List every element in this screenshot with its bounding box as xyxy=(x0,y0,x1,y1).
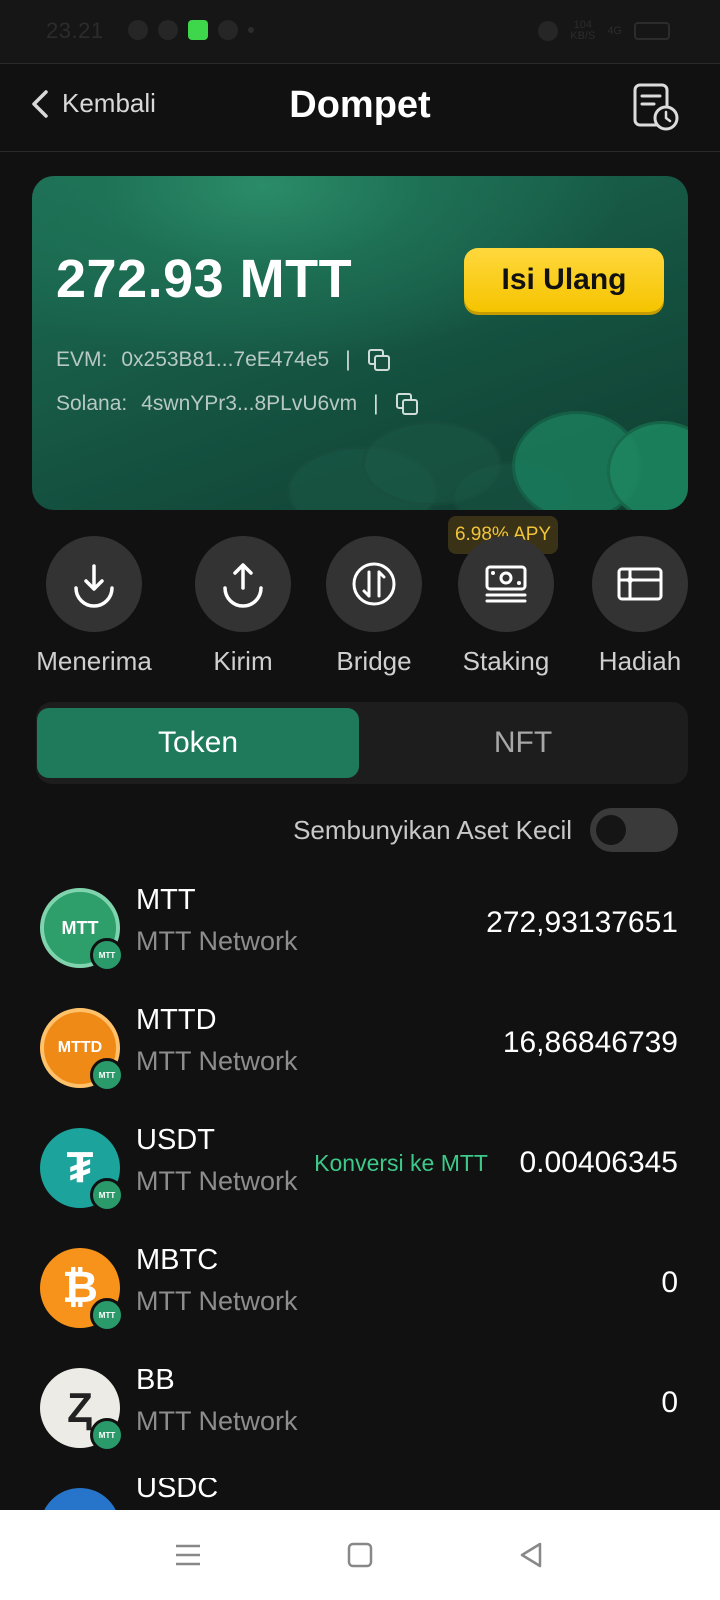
app-k-icon xyxy=(218,20,238,40)
app-notification-icon xyxy=(188,20,208,40)
asset-tabs: Token NFT xyxy=(36,702,688,784)
facebook-icon xyxy=(158,20,178,40)
token-symbol: USDC xyxy=(136,1478,219,1504)
mtt-network-badge-icon: MTT xyxy=(90,1418,124,1452)
page-title: Dompet xyxy=(289,84,431,126)
hide-small-assets-label: Sembunyikan Aset Kecil xyxy=(293,814,572,845)
action-label: Menerima xyxy=(36,646,152,676)
staking-button[interactable]: Staking xyxy=(441,536,571,677)
token-network: MTT Network xyxy=(136,926,298,956)
topup-button[interactable]: Isi Ulang xyxy=(464,248,664,312)
token-symbol: BB xyxy=(136,1364,175,1396)
token-balance: 272,93137651 xyxy=(486,906,678,939)
token-row-bb[interactable]: Ⱬ MTT BB MTT Network 0 xyxy=(0,1358,720,1468)
bridge-icon xyxy=(352,562,396,606)
action-label: Kirim xyxy=(213,646,273,676)
tab-token[interactable]: Token xyxy=(37,708,359,778)
token-symbol: USDT xyxy=(136,1124,215,1156)
tab-nft[interactable]: NFT xyxy=(362,708,684,778)
solana-label: Solana: xyxy=(56,392,128,415)
network-speed: 104 KB/S xyxy=(570,19,596,42)
token-network: MTT Network xyxy=(136,1286,298,1316)
wallet-card: 272.93 MTT Isi Ulang EVM: 0x253B81...7eE… xyxy=(32,176,688,510)
usdc-logo-icon xyxy=(40,1488,120,1510)
system-navigation-bar xyxy=(0,1510,720,1600)
receive-button[interactable]: Menerima xyxy=(29,536,159,677)
home-square-icon[interactable] xyxy=(343,1538,377,1572)
evm-address-row: EVM: 0x253B81...7eE474e5 | xyxy=(56,348,391,372)
hide-small-assets-row: Sembunyikan Aset Kecil xyxy=(293,808,678,852)
copy-icon[interactable] xyxy=(367,348,391,372)
solana-address: 4swnYPr3...8PLvU6vm xyxy=(141,392,358,415)
separator: | xyxy=(345,348,351,371)
wallet-balance: 272.93 MTT xyxy=(56,249,353,309)
mtt-network-badge-icon: MTT xyxy=(90,1298,124,1332)
header: Kembali Dompet xyxy=(0,66,720,152)
copy-icon[interactable] xyxy=(395,392,419,416)
bridge-button[interactable]: Bridge xyxy=(309,536,439,677)
mtt-network-badge-icon: MTT xyxy=(90,938,124,972)
gift-card-icon xyxy=(617,567,663,601)
hide-small-assets-toggle[interactable] xyxy=(590,808,678,852)
toggle-knob xyxy=(596,815,626,845)
token-balance: 0.00406345 xyxy=(519,1146,679,1179)
mtt-network-badge-icon: MTT xyxy=(90,1178,124,1212)
token-network: MTT Network xyxy=(136,1046,298,1076)
transaction-history-icon[interactable] xyxy=(632,82,680,132)
action-label: Hadiah xyxy=(598,646,682,676)
more-dot-icon xyxy=(248,27,254,33)
back-triangle-icon[interactable] xyxy=(514,1538,548,1572)
telegram-icon xyxy=(128,20,148,40)
receive-icon xyxy=(74,564,114,608)
system-icons: 104 KB/S 4G xyxy=(538,20,670,42)
mute-icon xyxy=(538,21,559,41)
signal-icon: 4G xyxy=(607,24,622,37)
rewards-button[interactable]: Hadiah xyxy=(575,536,705,677)
token-symbol: MTT xyxy=(136,884,196,916)
evm-address: 0x253B81...7eE474e5 xyxy=(121,348,330,371)
token-balance: 16,86846739 xyxy=(502,1026,678,1059)
token-row-mbtc[interactable]: ₿ MTT MBTC MTT Network 0 xyxy=(0,1238,720,1348)
status-time: 23.21 xyxy=(46,18,104,43)
send-icon xyxy=(223,563,263,608)
send-button[interactable]: Kirim xyxy=(178,536,308,677)
notification-icons xyxy=(128,20,254,40)
menu-icon[interactable] xyxy=(171,1538,205,1572)
token-row-usdc[interactable]: USDC xyxy=(0,1478,720,1510)
status-bar: 23.21 104 KB/S 4G xyxy=(0,0,720,64)
battery-icon xyxy=(634,22,670,40)
token-row-mttd[interactable]: MTTD MTT MTTD MTT Network 16,86846739 xyxy=(0,998,720,1108)
evm-label: EVM: xyxy=(56,348,108,371)
convert-to-mtt-link[interactable]: Konversi ke MTT xyxy=(314,1150,488,1177)
separator: | xyxy=(373,392,379,415)
solana-address-row: Solana: 4swnYPr3...8PLvU6vm | xyxy=(56,392,419,416)
staking-icon xyxy=(485,565,527,603)
mtt-network-badge-icon: MTT xyxy=(90,1058,124,1092)
token-row-mtt[interactable]: MTT MTT MTT MTT Network 272,93137651 xyxy=(0,878,720,988)
token-balance: 0 xyxy=(661,1266,678,1299)
action-label: Staking xyxy=(462,646,550,676)
token-symbol: MBTC xyxy=(136,1244,219,1276)
token-network: MTT Network xyxy=(136,1406,298,1436)
token-row-usdt[interactable]: ₮ MTT USDT MTT Network Konversi ke MTT 0… xyxy=(0,1118,720,1228)
token-balance: 0 xyxy=(661,1386,678,1419)
action-label: Bridge xyxy=(336,646,412,676)
token-network: MTT Network xyxy=(136,1166,298,1196)
token-symbol: MTTD xyxy=(136,1004,217,1036)
